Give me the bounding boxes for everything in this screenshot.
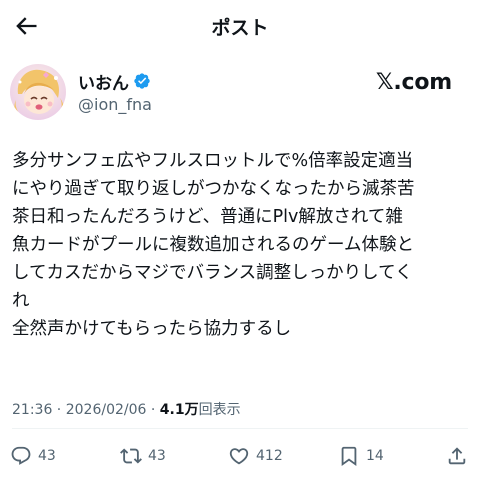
verified-badge-icon (134, 73, 150, 89)
source-label: 𝕏.com (375, 70, 452, 95)
reply-count: 43 (38, 448, 56, 464)
avatar[interactable] (10, 64, 66, 120)
bookmark-icon (341, 446, 357, 467)
divider (12, 428, 468, 429)
repost-count: 43 (148, 448, 166, 464)
repost-button[interactable]: 43 (120, 436, 166, 476)
author-row: いおん @ion_fna 𝕏.com (10, 64, 470, 128)
meta-separator: · (52, 402, 66, 418)
views-count: 4.1万 (159, 402, 199, 418)
like-count: 412 (256, 448, 283, 464)
display-name-row: いおん (78, 69, 151, 94)
tweet-date[interactable]: 2026/02/06 (66, 402, 147, 418)
reply-icon (11, 446, 31, 465)
tweet-text: 多分サンフェ広やフルスロットルで%倍率設定適当 にやり過ぎて取り返しがつかなくな… (12, 151, 415, 339)
repost-icon (120, 448, 142, 464)
tweet-meta: 21:36 · 2026/02/06 · 4.1万回表示 (12, 399, 241, 419)
display-name[interactable]: いおん (78, 69, 129, 94)
avatar-image (10, 64, 66, 120)
action-bar: 43 43 412 14 (0, 436, 480, 476)
user-handle[interactable]: @ion_fna (78, 95, 152, 114)
reply-button[interactable]: 43 (10, 436, 56, 476)
share-icon (448, 447, 466, 465)
share-button[interactable] (446, 436, 468, 476)
page-title: ポスト (211, 17, 269, 39)
tweet-time[interactable]: 21:36 (12, 402, 52, 418)
bookmark-count: 14 (366, 448, 384, 464)
top-bar: ポスト (0, 0, 480, 52)
views-label: 回表示 (198, 402, 241, 418)
meta-separator: · (146, 402, 160, 418)
bookmark-button[interactable]: 14 (338, 436, 384, 476)
like-icon (229, 448, 249, 465)
like-button[interactable]: 412 (228, 436, 283, 476)
